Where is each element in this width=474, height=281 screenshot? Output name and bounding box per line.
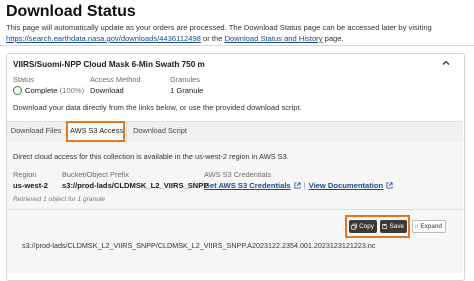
granules-label: Granules [170,75,200,84]
bucket-value: s3://prod-lads/CLDMSK_L2_VIIRS_SNPP [62,181,209,190]
tab-download-files[interactable]: Download Files [7,121,65,141]
bucket-label: Bucket/Object Prefix [62,170,129,179]
intro-sentence: This page will automatically update as y… [6,23,432,32]
divider [0,45,474,46]
expand-icon [415,225,419,228]
s3-object-path[interactable]: s3://prod-lads/CLDMSK_L2_VIIRS_SNPP/CLDM… [22,241,375,250]
status-percent: (100%) [59,86,85,95]
separator: | [303,181,306,190]
s3-description: Direct cloud access for this collection … [13,152,289,161]
intro-text: This page will automatically update as y… [6,22,468,44]
collection-title: VIIRS/Suomi-NPP Cloud Mask 6-Min Swath 7… [13,60,205,69]
tab-download-script[interactable]: Download Script [128,121,192,141]
section-divider [7,209,463,210]
check-circle-icon [13,86,22,95]
granules-value: 1 Granule [170,86,204,95]
intro-or: or the [200,34,225,43]
s3-access-panel [7,142,463,273]
copy-icon [351,223,357,230]
retrieved-count: Retrieved 1 object for 1 granule [13,196,106,203]
status-value: Complete (100%) [25,86,84,95]
expand-button[interactable]: Expand [412,220,446,233]
tab-highlight-box [66,121,125,142]
download-status-link[interactable]: https://search.earthdata.nasa.gov/downlo… [6,34,201,43]
intro-end: page. [322,34,344,43]
access-method-value: Download [90,86,124,95]
view-documentation-link[interactable]: View Documentation [309,181,384,190]
status-text: Complete [25,86,58,95]
page-title: Download Status [6,3,136,20]
copy-button[interactable]: Copy [349,220,377,233]
credentials-label: AWS S3 Credentials [204,170,272,179]
access-method-label: Access Method [90,75,141,84]
save-button[interactable]: Save [380,220,407,233]
save-icon [382,224,388,229]
external-link-icon [294,182,301,189]
get-credentials-link[interactable]: Get AWS S3 Credentials [204,181,291,190]
save-label: Save [389,223,404,230]
region-value: us-west-2 [13,181,49,190]
copy-label: Copy [359,223,374,230]
credentials-row: Get AWS S3 Credentials | View Documentat… [204,181,393,190]
chevron-up-icon[interactable] [441,58,451,68]
download-message: Download your data directly from the lin… [13,103,302,112]
status-label: Status [13,75,34,84]
status-history-link[interactable]: Download Status and History [225,34,323,43]
region-label: Region [13,170,37,179]
external-link-icon [386,182,393,189]
expand-label: Expand [420,223,442,230]
